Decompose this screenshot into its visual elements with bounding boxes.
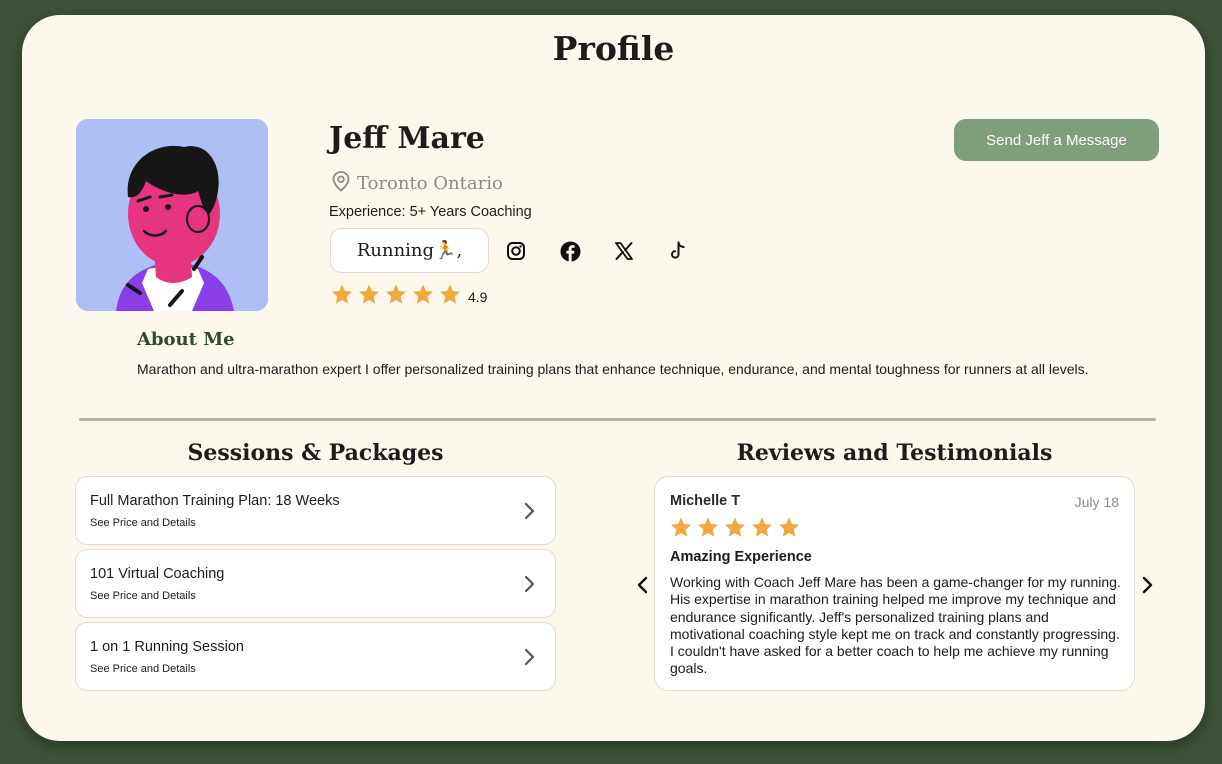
sport-tag[interactable]: Running🏃, bbox=[330, 228, 489, 273]
reviews-heading: Reviews and Testimonials bbox=[736, 440, 1053, 466]
star-icon bbox=[330, 283, 354, 311]
star-icon bbox=[669, 516, 693, 544]
package-item[interactable]: Full Marathon Training Plan: 18 Weeks Se… bbox=[75, 476, 556, 545]
review-rating bbox=[669, 516, 801, 544]
facebook-icon[interactable] bbox=[559, 240, 581, 262]
chevron-right-icon bbox=[524, 502, 535, 520]
star-icon bbox=[750, 516, 774, 544]
package-title: 1 on 1 Running Session bbox=[90, 639, 244, 655]
package-subtitle: See Price and Details bbox=[90, 663, 196, 675]
chevron-right-icon[interactable] bbox=[1140, 576, 1154, 594]
package-subtitle: See Price and Details bbox=[90, 517, 196, 529]
reviewer-name: Michelle T bbox=[670, 493, 741, 509]
star-icon bbox=[438, 283, 462, 311]
packages-heading: Sessions & Packages bbox=[187, 440, 444, 466]
package-item[interactable]: 101 Virtual Coaching See Price and Detai… bbox=[75, 549, 556, 618]
rating-value: 4.9 bbox=[468, 289, 488, 305]
review-title: Amazing Experience bbox=[670, 549, 812, 565]
star-icon bbox=[723, 516, 747, 544]
package-title: Full Marathon Training Plan: 18 Weeks bbox=[90, 493, 340, 509]
location: Toronto Ontario bbox=[331, 170, 503, 197]
profile-card: Profile Jeff Mare Toronto Ontario Experi… bbox=[22, 15, 1205, 741]
package-subtitle: See Price and Details bbox=[90, 590, 196, 602]
review-date: July 18 bbox=[1074, 494, 1119, 510]
avatar bbox=[76, 119, 268, 311]
page-title: Profile bbox=[552, 29, 675, 68]
location-pin-icon bbox=[331, 170, 351, 197]
review-card: Michelle T July 18 Amazing Experience Wo… bbox=[654, 476, 1135, 691]
about-heading: About Me bbox=[137, 329, 235, 350]
instagram-icon[interactable] bbox=[505, 240, 527, 262]
chevron-left-icon[interactable] bbox=[636, 576, 650, 594]
star-icon bbox=[411, 283, 435, 311]
about-text: Marathon and ultra-marathon expert I off… bbox=[137, 361, 1089, 377]
review-text: Working with Coach Jeff Mare has been a … bbox=[670, 574, 1121, 677]
chevron-right-icon bbox=[524, 575, 535, 593]
experience-text: Experience: 5+ Years Coaching bbox=[329, 204, 532, 220]
section-divider bbox=[79, 418, 1156, 421]
tiktok-icon[interactable] bbox=[667, 240, 689, 262]
package-title: 101 Virtual Coaching bbox=[90, 566, 225, 582]
rating: 4.9 bbox=[330, 283, 487, 311]
package-item[interactable]: 1 on 1 Running Session See Price and Det… bbox=[75, 622, 556, 691]
star-icon bbox=[357, 283, 381, 311]
chevron-right-icon bbox=[524, 648, 535, 666]
profile-name: Jeff Mare bbox=[329, 121, 485, 156]
location-text: Toronto Ontario bbox=[357, 173, 503, 194]
star-icon bbox=[777, 516, 801, 544]
star-icon bbox=[696, 516, 720, 544]
send-message-button[interactable]: Send Jeff a Message bbox=[954, 119, 1159, 161]
star-icon bbox=[384, 283, 408, 311]
x-icon[interactable] bbox=[613, 240, 635, 262]
